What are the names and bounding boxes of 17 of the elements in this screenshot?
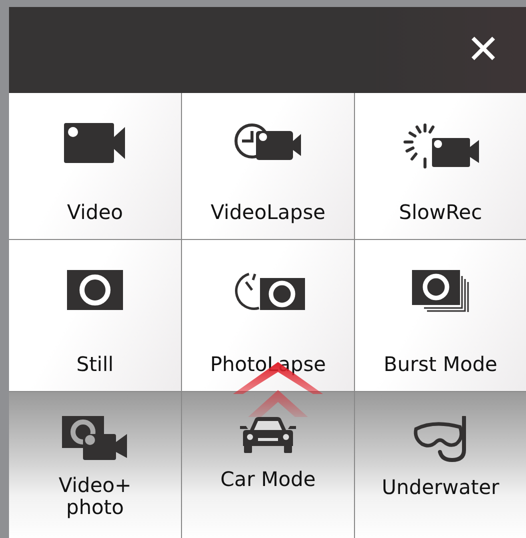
video-camera-icon: [64, 123, 126, 165]
mode-label[interactable]: PhotoLapse: [210, 353, 326, 375]
clock-camera-icon: [234, 123, 302, 161]
camera-video-icon: [62, 416, 128, 460]
car-icon: [240, 416, 296, 454]
mode-label[interactable]: VideoLapse: [210, 201, 326, 223]
stacked-camera-icon: [412, 270, 470, 312]
mode-label[interactable]: Underwater: [382, 476, 500, 498]
mode-label[interactable]: Burst Mode: [384, 353, 498, 375]
mode-label[interactable]: Video+ photo: [58, 474, 132, 518]
mode-label[interactable]: Video: [66, 201, 124, 223]
mode-label[interactable]: Still: [76, 353, 114, 375]
mode-label[interactable]: SlowRec: [398, 201, 482, 223]
spinner-camera-icon: [402, 123, 480, 169]
mode-label[interactable]: Car Mode: [220, 468, 316, 490]
camera-icon: [67, 270, 123, 310]
close-button[interactable]: ✕: [460, 30, 506, 70]
